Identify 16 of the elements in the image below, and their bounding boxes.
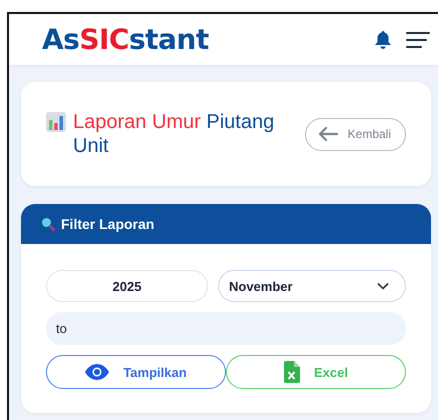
eye-icon: [85, 364, 110, 380]
app-logo: AsSICstant: [42, 23, 209, 56]
back-button[interactable]: Kembali: [304, 118, 406, 150]
menu-icon[interactable]: [406, 30, 430, 48]
chevron-down-icon: [377, 282, 389, 290]
page-title: Laporan Umur Piutang Unit: [73, 110, 276, 158]
spreadsheet-file-icon: [284, 361, 300, 383]
show-button[interactable]: Tampilkan: [46, 355, 226, 389]
bar-chart-icon: [46, 112, 66, 132]
arrow-left-icon: [318, 127, 338, 141]
date-range-field[interactable]: to: [46, 312, 406, 345]
month-dropdown[interactable]: November: [218, 270, 406, 302]
magnifier-icon: [41, 217, 55, 231]
filter-title: Filter Laporan: [61, 216, 154, 232]
bell-icon[interactable]: [374, 30, 392, 50]
year-field[interactable]: 2025: [46, 270, 208, 302]
